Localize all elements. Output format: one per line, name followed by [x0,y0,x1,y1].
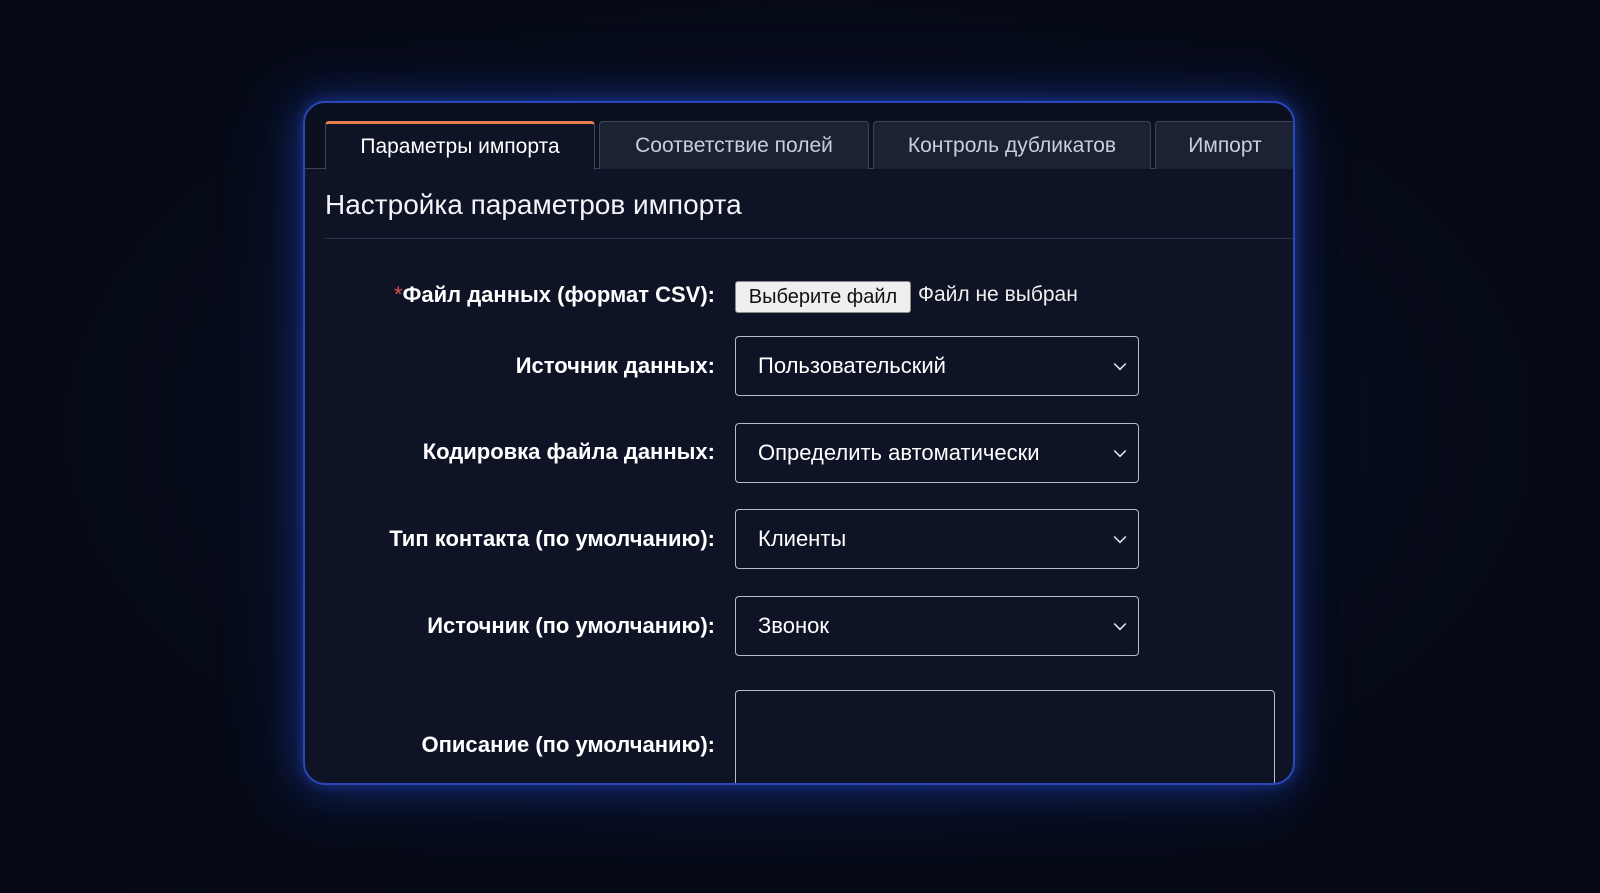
chevron-down-icon [1113,444,1127,458]
chevron-down-icon [1113,530,1127,544]
data-source-label: Источник данных: [515,353,715,378]
section-title: Настройка параметров импорта [325,189,742,220]
description-label: Описание (по умолчанию): [421,732,716,757]
contact-type-select[interactable]: Клиенты [735,509,1139,569]
section-divider [325,238,1293,239]
source-default-value: Звонок [758,613,829,638]
data-source-value: Пользовательский [758,353,946,378]
required-asterisk: * [394,282,403,307]
contact-type-label: Тип контакта (по умолчанию): [389,526,715,551]
file-label-text: Файл данных (формат CSV): [402,282,715,307]
tab-field-mapping[interactable]: Соответствие полей [599,121,869,169]
tab-label: Контроль дубликатов [907,133,1117,157]
tab-import[interactable]: Импорт [1155,121,1293,169]
file-status-text: Файл не выбран [918,283,1078,306]
tab-label: Импорт [1188,133,1262,157]
encoding-value: Определить автоматически [758,440,1040,465]
source-default-label: Источник (по умолчанию): [427,613,715,638]
choose-file-button[interactable]: Выберите файл [735,281,911,313]
tab-bar: Параметры импорта Соответствие полей Кон… [305,103,1293,170]
description-textarea[interactable] [735,690,1275,783]
encoding-label: Кодировка файла данных: [422,439,715,464]
contact-type-value: Клиенты [758,526,847,551]
tab-label: Параметры импорта [360,135,560,158]
chevron-down-icon [1113,617,1127,631]
tab-label: Соответствие полей [635,133,833,157]
data-source-select[interactable]: Пользовательский [735,336,1139,396]
chevron-down-icon [1113,357,1127,371]
encoding-select[interactable]: Определить автоматически [735,423,1139,483]
file-label: *Файл данных (формат CSV): [394,282,715,308]
import-settings-panel: Параметры импорта Соответствие полей Кон… [303,101,1295,785]
tab-duplicate-control[interactable]: Контроль дубликатов [873,121,1151,169]
source-default-select[interactable]: Звонок [735,596,1139,656]
tab-import-parameters[interactable]: Параметры импорта [325,121,595,170]
